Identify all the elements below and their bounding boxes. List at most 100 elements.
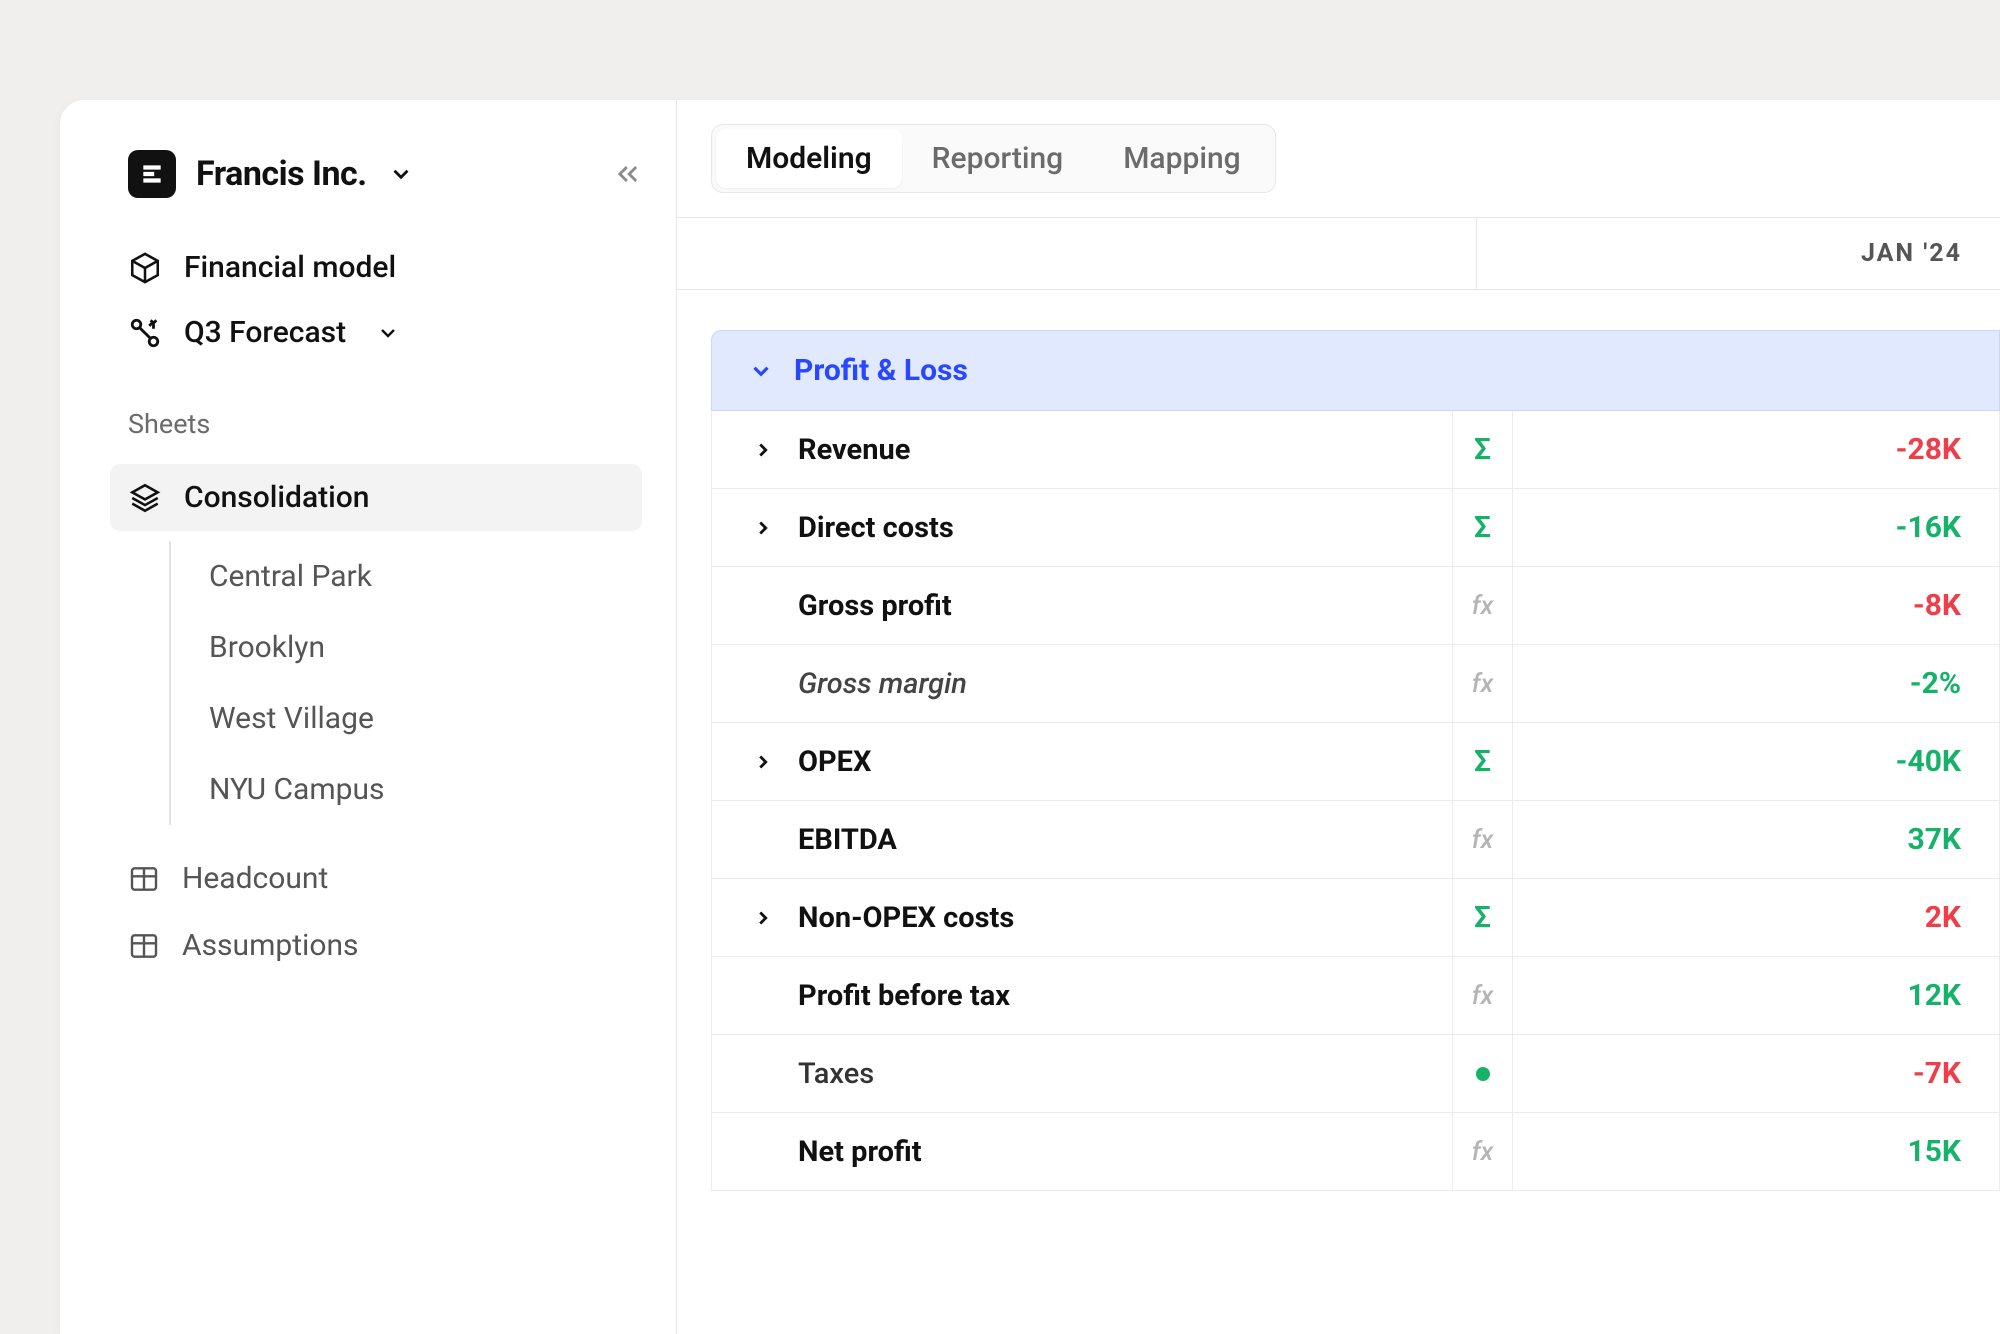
table-icon bbox=[128, 863, 160, 895]
row-type-cell: Σ bbox=[1453, 723, 1513, 800]
sidebar-item-label: Headcount bbox=[182, 861, 328, 896]
sigma-icon: Σ bbox=[1474, 900, 1491, 935]
branch-icon bbox=[128, 316, 162, 350]
row-label: EBITDA bbox=[798, 823, 897, 857]
grid-row[interactable]: Non-OPEX costs Σ 2K bbox=[711, 879, 2000, 957]
grid-row[interactable]: Revenue Σ -28K bbox=[711, 411, 2000, 489]
sidebar-item-nyu-campus[interactable]: NYU Campus bbox=[209, 754, 642, 825]
app-window: Francis Inc. Financial model Q3 Forecast bbox=[60, 100, 2000, 1334]
row-label: Profit before tax bbox=[798, 979, 1010, 1013]
model-label: Financial model bbox=[184, 250, 396, 285]
tab-modeling[interactable]: Modeling bbox=[716, 129, 902, 188]
row-value[interactable]: 12K bbox=[1513, 957, 2000, 1034]
chevron-right-icon bbox=[748, 439, 778, 461]
row-value[interactable]: -8K bbox=[1513, 567, 2000, 644]
grid-row[interactable]: Direct costs Σ -16K bbox=[711, 489, 2000, 567]
row-value[interactable]: -28K bbox=[1513, 411, 2000, 488]
fx-icon: fx bbox=[1472, 825, 1494, 855]
sidebar-item-brooklyn[interactable]: Brooklyn bbox=[209, 612, 642, 683]
sigma-icon: Σ bbox=[1474, 744, 1491, 779]
row-name-cell[interactable]: Revenue bbox=[712, 411, 1453, 488]
row-name-cell[interactable]: Non-OPEX costs bbox=[712, 879, 1453, 956]
app-logo bbox=[128, 150, 176, 198]
grid-row[interactable]: EBITDA fx 37K bbox=[711, 801, 2000, 879]
consolidation-children: Central Park Brooklyn West Village NYU C… bbox=[169, 541, 642, 825]
sigma-icon: Σ bbox=[1474, 432, 1491, 467]
row-label: Taxes bbox=[798, 1057, 874, 1091]
row-value[interactable]: 37K bbox=[1513, 801, 2000, 878]
row-label: Net profit bbox=[798, 1135, 922, 1169]
sidebar: Francis Inc. Financial model Q3 Forecast bbox=[60, 100, 677, 1334]
sidebar-item-west-village[interactable]: West Village bbox=[209, 683, 642, 754]
chevron-right-icon bbox=[748, 751, 778, 773]
grid-row[interactable]: Gross margin fx -2% bbox=[711, 645, 2000, 723]
row-type-cell: fx bbox=[1453, 1113, 1513, 1190]
sidebar-item-label: Assumptions bbox=[182, 928, 359, 963]
row-type-cell: Σ bbox=[1453, 489, 1513, 566]
fx-icon: fx bbox=[1472, 981, 1494, 1011]
period-label: JAN '24 bbox=[1477, 218, 2000, 289]
row-value[interactable]: -7K bbox=[1513, 1035, 2000, 1112]
row-label: OPEX bbox=[798, 745, 871, 779]
sidebar-item-consolidation[interactable]: Consolidation bbox=[110, 464, 642, 531]
sigma-icon: Σ bbox=[1474, 510, 1491, 545]
grid-row[interactable]: Net profit fx 15K bbox=[711, 1113, 2000, 1191]
row-name-cell[interactable]: Net profit bbox=[712, 1113, 1453, 1190]
row-name-cell[interactable]: EBITDA bbox=[712, 801, 1453, 878]
sidebar-item-headcount[interactable]: Headcount bbox=[110, 845, 642, 912]
tab-bar: Modeling Reporting Mapping bbox=[677, 100, 2000, 218]
tab-mapping[interactable]: Mapping bbox=[1093, 129, 1270, 188]
row-name-cell[interactable]: Taxes bbox=[712, 1035, 1453, 1112]
row-label: Gross profit bbox=[798, 589, 952, 623]
grid-row[interactable]: OPEX Σ -40K bbox=[711, 723, 2000, 801]
row-type-cell: fx bbox=[1453, 567, 1513, 644]
row-name-cell[interactable]: Direct costs bbox=[712, 489, 1453, 566]
row-name-cell[interactable]: Profit before tax bbox=[712, 957, 1453, 1034]
row-label: Revenue bbox=[798, 433, 910, 467]
forecast-label: Q3 Forecast bbox=[184, 315, 346, 350]
row-type-cell: fx bbox=[1453, 645, 1513, 722]
grid-row[interactable]: Gross profit fx -8K bbox=[711, 567, 2000, 645]
fx-icon: fx bbox=[1472, 591, 1494, 621]
fx-icon: fx bbox=[1472, 1137, 1494, 1167]
section-profit-loss[interactable]: Profit & Loss bbox=[711, 330, 2000, 411]
row-value[interactable]: -2% bbox=[1513, 645, 2000, 722]
row-type-cell: Σ bbox=[1453, 879, 1513, 956]
company-switcher[interactable]: Francis Inc. bbox=[128, 150, 642, 198]
row-name-cell[interactable]: Gross margin bbox=[712, 645, 1453, 722]
sidebar-item-label: Consolidation bbox=[184, 480, 370, 515]
model-selector[interactable]: Financial model bbox=[128, 250, 642, 285]
period-spacer bbox=[677, 218, 1477, 289]
row-value[interactable]: 2K bbox=[1513, 879, 2000, 956]
forecast-selector[interactable]: Q3 Forecast bbox=[128, 315, 642, 350]
grid-row[interactable]: Taxes -7K bbox=[711, 1035, 2000, 1113]
sidebar-item-assumptions[interactable]: Assumptions bbox=[110, 912, 642, 979]
dot-icon bbox=[1476, 1067, 1490, 1081]
company-name: Francis Inc. bbox=[196, 154, 367, 194]
collapse-sidebar-button[interactable] bbox=[614, 160, 642, 188]
sheets-heading: Sheets bbox=[128, 408, 642, 440]
row-name-cell[interactable]: OPEX bbox=[712, 723, 1453, 800]
row-label: Direct costs bbox=[798, 511, 954, 545]
section-title: Profit & Loss bbox=[794, 353, 968, 388]
tab-group: Modeling Reporting Mapping bbox=[711, 124, 1276, 193]
grid-row[interactable]: Profit before tax fx 12K bbox=[711, 957, 2000, 1035]
row-label: Gross margin bbox=[798, 667, 967, 701]
row-name-cell[interactable]: Gross profit bbox=[712, 567, 1453, 644]
row-type-cell: Σ bbox=[1453, 411, 1513, 488]
row-value[interactable]: 15K bbox=[1513, 1113, 2000, 1190]
table-icon bbox=[128, 930, 160, 962]
row-value[interactable]: -40K bbox=[1513, 723, 2000, 800]
row-label: Non-OPEX costs bbox=[798, 901, 1014, 935]
cube-icon bbox=[128, 251, 162, 285]
tab-reporting[interactable]: Reporting bbox=[902, 129, 1094, 188]
chevron-right-icon bbox=[748, 907, 778, 929]
chevron-down-icon bbox=[374, 319, 402, 347]
period-header: JAN '24 bbox=[677, 218, 2000, 290]
fx-icon: fx bbox=[1472, 669, 1494, 699]
sidebar-item-central-park[interactable]: Central Park bbox=[209, 541, 642, 612]
row-value[interactable]: -16K bbox=[1513, 489, 2000, 566]
chevron-down-icon bbox=[387, 160, 415, 188]
row-type-cell: fx bbox=[1453, 957, 1513, 1034]
chevron-down-icon bbox=[748, 358, 774, 384]
